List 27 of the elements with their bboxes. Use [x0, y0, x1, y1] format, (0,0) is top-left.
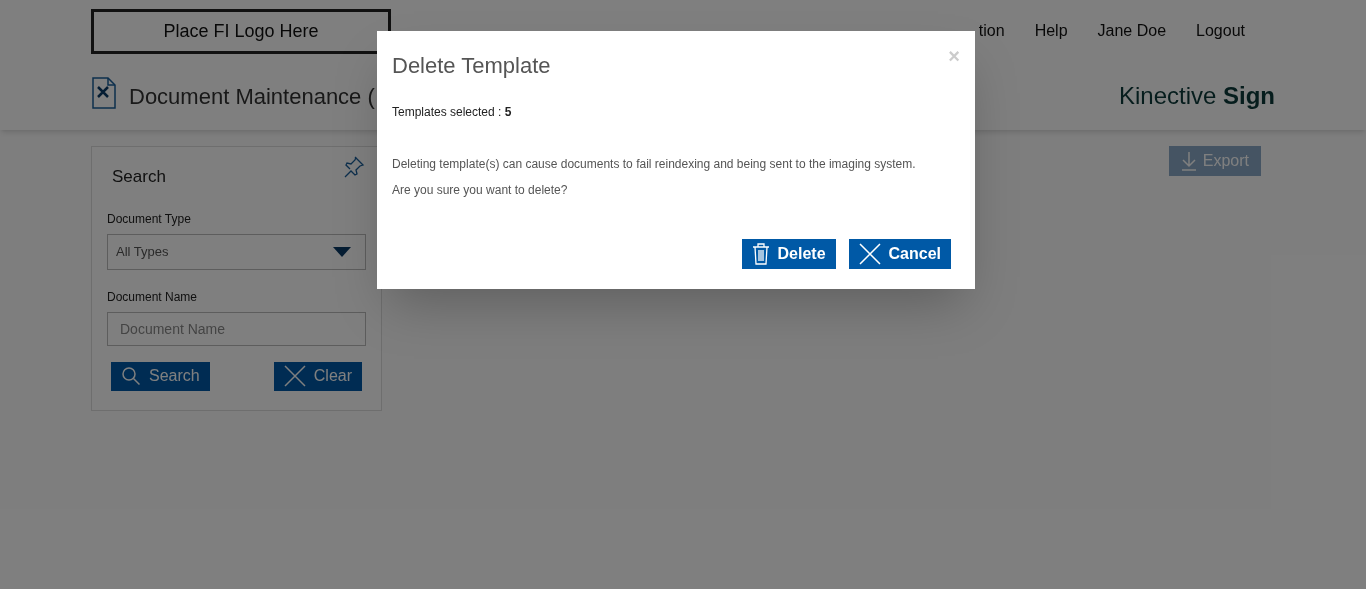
delete-button[interactable]: Delete: [741, 239, 836, 269]
clear-button[interactable]: Clear: [273, 361, 362, 391]
close-icon: [283, 365, 306, 387]
nav-link[interactable]: Logout: [1196, 19, 1245, 43]
caret-icon: [333, 246, 351, 257]
nav-link[interactable]: tion: [978, 19, 1005, 43]
field-label: Document Type: [107, 210, 192, 228]
search-icon: [121, 366, 141, 386]
nav-link[interactable]: Jane Doe: [1097, 19, 1167, 43]
close-icon: [858, 243, 881, 265]
document-name-field[interactable]: Document Name: [107, 311, 366, 346]
trash-icon: [751, 243, 770, 265]
page-title: Document Maintenance (: [129, 82, 375, 111]
search-button[interactable]: Search: [111, 361, 210, 391]
nav-link[interactable]: Help: [1034, 19, 1068, 43]
dialog-title: Delete Template: [392, 52, 551, 80]
document-type-dropdown[interactable]: All Types: [107, 233, 366, 270]
field-label: Document Name: [107, 288, 199, 306]
dialog-message: Are you sure you want to delete?: [392, 182, 569, 199]
logo-text: Place FI Logo Here: [163, 19, 319, 43]
document-tools-icon: [91, 77, 117, 109]
selected-count: Templates selected : 5: [392, 104, 512, 121]
dialog-message: Deleting template(s) can cause documents to fail reindexing and being sent to the imaging system.: [392, 156, 916, 173]
download-icon: [1180, 151, 1197, 171]
cancel-button[interactable]: Cancel: [848, 239, 951, 269]
brand-name: Kinective Sign: [1118, 81, 1275, 111]
panel-title: Search: [112, 166, 166, 188]
